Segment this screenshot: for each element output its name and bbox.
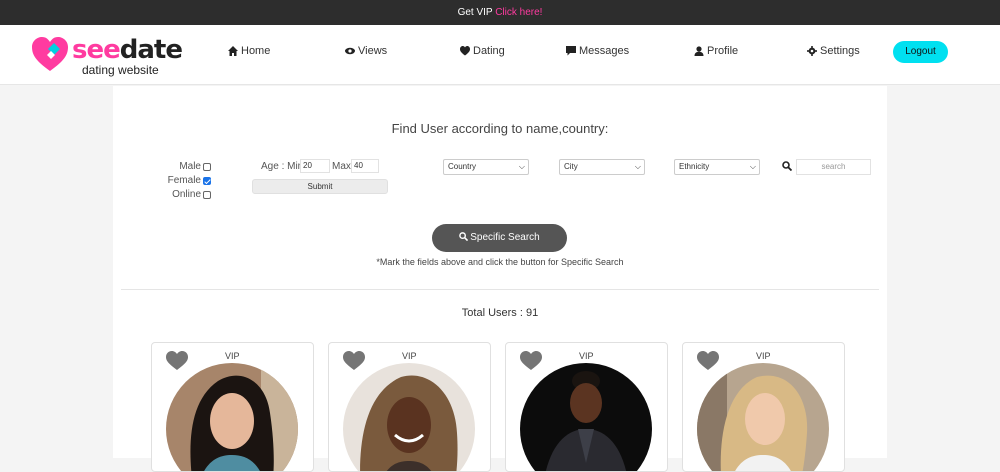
female-label: Female	[167, 175, 201, 186]
vip-click-here-link[interactable]: Click here!	[495, 7, 542, 18]
user-card[interactable]: VIP	[682, 342, 845, 472]
vip-badge: VIP	[579, 351, 594, 361]
submit-button[interactable]: Submit	[252, 179, 388, 194]
nav-dating-label: Dating	[473, 45, 505, 57]
age-min-label: Age : Min	[261, 161, 304, 172]
vip-badge: VIP	[402, 351, 417, 361]
total-users: Total Users : 91	[461, 307, 539, 319]
eye-icon	[345, 47, 355, 55]
online-checkbox[interactable]	[203, 190, 211, 199]
user-photo[interactable]	[520, 363, 652, 471]
find-user-title: Find User according to name,country:	[391, 121, 609, 136]
age-min-input[interactable]: 20	[300, 159, 330, 173]
male-checkbox[interactable]	[203, 162, 211, 171]
vip-badge: VIP	[225, 351, 240, 361]
age-max-label: Max	[332, 161, 351, 172]
age-max-input[interactable]: 40	[351, 159, 379, 173]
brand-name: seedate	[72, 35, 183, 65]
nav-profile-label: Profile	[707, 45, 739, 57]
heart-logo-icon	[32, 37, 68, 71]
city-select-value: City	[564, 162, 578, 171]
female-filter[interactable]: Female	[168, 175, 211, 186]
user-photo[interactable]	[166, 363, 298, 471]
nav-views-label: Views	[358, 45, 388, 57]
nav-home[interactable]: Home	[228, 45, 270, 57]
female-checkbox[interactable]	[203, 176, 211, 185]
chevron-down-icon: ⌵	[634, 162, 641, 171]
male-label: Male	[179, 161, 201, 172]
specific-search-button[interactable]: Specific Search	[432, 224, 567, 252]
user-icon	[694, 46, 704, 56]
user-card[interactable]: VIP	[328, 342, 491, 472]
nav-messages-label: Messages	[579, 45, 630, 57]
user-photo[interactable]	[697, 363, 829, 471]
vip-badge: VIP	[756, 351, 771, 361]
ethnicity-select[interactable]: Ethnicity ⌵	[674, 159, 760, 175]
online-filter[interactable]: Online	[172, 189, 211, 200]
message-icon	[566, 46, 576, 56]
chevron-down-icon: ⌵	[518, 162, 525, 171]
online-label: Online	[172, 189, 201, 200]
nav-views[interactable]: Views	[345, 45, 387, 57]
search-icon	[459, 232, 469, 242]
divider	[121, 289, 879, 290]
country-select[interactable]: Country ⌵	[443, 159, 529, 175]
user-card[interactable]: VIP	[505, 342, 668, 472]
user-card[interactable]: VIP	[151, 342, 314, 472]
logout-button[interactable]: Logout	[893, 41, 948, 63]
nav-messages[interactable]: Messages	[566, 45, 629, 57]
chevron-down-icon: ⌵	[749, 162, 756, 171]
heart-icon[interactable]	[343, 351, 365, 371]
search-input[interactable]: search	[796, 159, 871, 175]
ethnicity-select-value: Ethnicity	[679, 162, 710, 171]
nav-settings[interactable]: Settings	[807, 45, 860, 57]
search-icon[interactable]	[782, 161, 792, 171]
heart-icon[interactable]	[520, 351, 542, 371]
brand-tagline: dating website	[82, 63, 159, 77]
main-content: Find User according to name,country: Mal…	[113, 86, 887, 472]
home-icon	[228, 46, 238, 56]
city-select[interactable]: City ⌵	[559, 159, 645, 175]
gear-icon	[807, 46, 817, 56]
nav-settings-label: Settings	[820, 45, 860, 57]
user-photo[interactable]	[343, 363, 475, 471]
nav-home-label: Home	[241, 45, 271, 57]
logo[interactable]: seedate dating website	[30, 35, 190, 77]
brand-date: date	[119, 35, 183, 65]
country-select-value: Country	[448, 162, 477, 171]
male-filter[interactable]: Male	[179, 161, 211, 172]
heart-icon[interactable]	[697, 351, 719, 371]
specific-search-note: *Mark the fields above and click the but…	[376, 257, 624, 267]
vip-promo-text: Get VIP	[457, 7, 493, 18]
vip-promo-bar: Get VIP Click here!	[0, 0, 1000, 25]
heart-icon[interactable]	[166, 351, 188, 371]
nav-profile[interactable]: Profile	[694, 45, 738, 57]
brand-see: see	[72, 35, 121, 65]
specific-search-label: Specific Search	[470, 232, 540, 243]
heart-icon	[460, 46, 470, 56]
navbar: seedate dating website Home Views Dating…	[0, 25, 1000, 85]
nav-dating[interactable]: Dating	[460, 45, 505, 57]
